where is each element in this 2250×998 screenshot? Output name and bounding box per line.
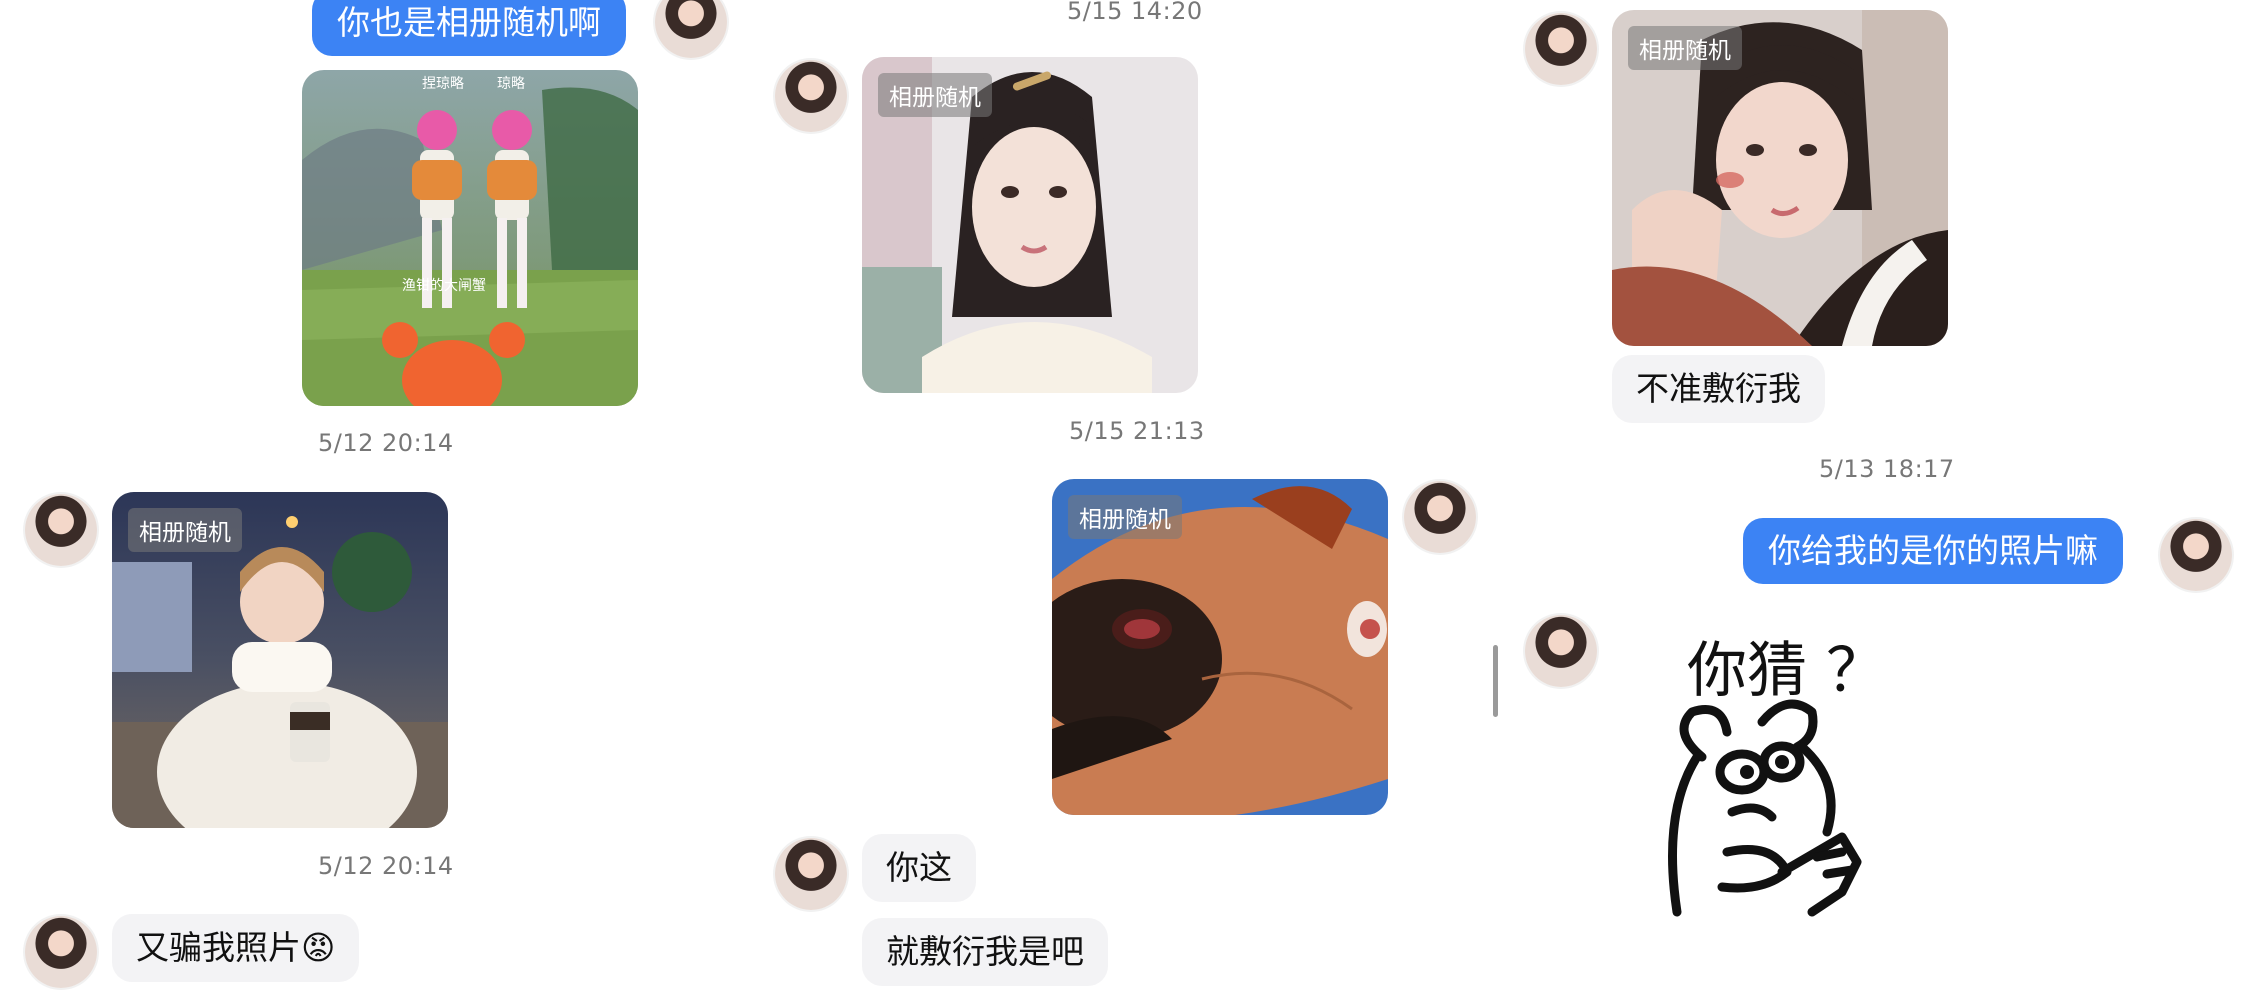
message-text: 你也是相册随机啊: [337, 3, 601, 42]
message-bubble-outgoing[interactable]: 你给我的是你的照片嘛: [1743, 518, 2123, 584]
message-bubble-incoming[interactable]: 不准敷衍我: [1612, 355, 1825, 423]
timestamp: 5/15 14:20: [1067, 0, 1203, 25]
chat-panel-left: 你也是相册随机啊 捏琼略 琼略 渔钳的大闸蟹 5/12 20:14 相册随机 5…: [0, 0, 750, 998]
scrollbar-handle[interactable]: [1493, 645, 1498, 717]
svg-text:渔钳的大闸蟹: 渔钳的大闸蟹: [402, 278, 486, 294]
message-image-photo[interactable]: 相册随机: [112, 492, 448, 828]
avatar[interactable]: [775, 838, 847, 910]
timestamp: 5/12 20:14: [318, 852, 454, 880]
avatar[interactable]: [25, 494, 97, 566]
album-random-tag: 相册随机: [1068, 495, 1182, 539]
avatar[interactable]: [655, 0, 727, 58]
album-random-tag: 相册随机: [1628, 26, 1742, 70]
chat-panel-right: 相册随机 不准敷衍我 5/13 18:17 你给我的是你的照片嘛 你猜 ？: [1500, 0, 2250, 998]
avatar[interactable]: [1525, 13, 1597, 85]
message-bubble-incoming[interactable]: 就敷衍我是吧: [862, 918, 1108, 986]
message-image-selfie[interactable]: 相册随机: [862, 57, 1198, 393]
message-text: 你给我的是你的照片嘛: [1768, 531, 2098, 570]
avatar[interactable]: [2160, 519, 2232, 591]
message-text: 又骗我照片: [136, 928, 301, 967]
angry-face-emoji: 😡: [301, 928, 336, 967]
message-text: 不准敷衍我: [1636, 369, 1801, 408]
message-bubble-outgoing[interactable]: 你也是相册随机啊: [312, 0, 626, 56]
svg-text:琼略: 琼略: [497, 76, 525, 92]
message-bubble-incoming[interactable]: 又骗我照片😡: [112, 914, 360, 982]
chat-panel-middle: 5/15 14:20 相册随机 5/15 21:13 相册随机 你这 就敷衍我是…: [750, 0, 1500, 998]
timestamp: 5/15 21:13: [1069, 417, 1205, 445]
message-image-game-characters[interactable]: 捏琼略 琼略 渔钳的大闸蟹: [302, 70, 638, 406]
message-text: 就敷衍我是吧: [886, 932, 1084, 971]
bear-sticker[interactable]: 你猜 ？: [1612, 612, 1948, 948]
album-random-tag: 相册随机: [878, 73, 992, 117]
message-bubble-incoming[interactable]: 你这: [862, 834, 976, 902]
message-image-horse-mask[interactable]: 相册随机: [1052, 479, 1388, 815]
avatar[interactable]: [25, 916, 97, 988]
svg-text:捏琼略: 捏琼略: [422, 76, 464, 92]
message-image-selfie[interactable]: 相册随机: [1612, 10, 1948, 346]
avatar[interactable]: [1525, 615, 1597, 687]
avatar[interactable]: [1404, 481, 1476, 553]
avatar[interactable]: [775, 60, 847, 132]
timestamp: 5/12 20:14: [318, 429, 454, 457]
album-random-tag: 相册随机: [128, 508, 242, 552]
timestamp: 5/13 18:17: [1819, 455, 1955, 483]
message-text: 你这: [886, 848, 952, 887]
